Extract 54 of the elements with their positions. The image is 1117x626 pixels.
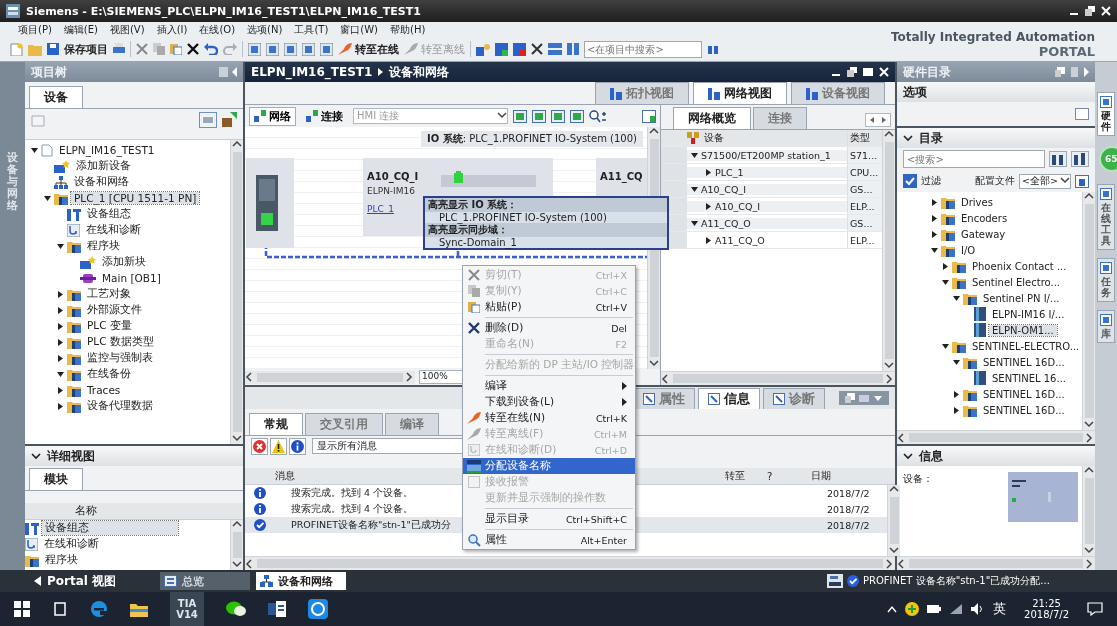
message-text: 搜索完成。找到 4 个设备。 — [291, 486, 414, 498]
checkbox-label: 过滤 — [921, 174, 941, 188]
shortcut-label: Ctrl+V — [595, 301, 627, 313]
device-type: ELP... — [850, 234, 875, 246]
column-header: 日期 — [811, 470, 831, 481]
clock-date: 2018/7/2 — [1024, 609, 1069, 620]
window-title: Siemens - E:\SIEMENS_PLC\ELPN_IM16_TEST1\ELPN_IM16_TEST1 — [26, 4, 422, 18]
message-date: 2018/7/2 — [827, 503, 871, 515]
device-type: ELPN-IM16 — [367, 186, 415, 196]
section-title: 信息 — [919, 447, 943, 465]
message-text: 搜索完成。找到 4 个设备。 — [291, 502, 414, 514]
column-header: 转至 — [725, 470, 745, 481]
column-header: 名称 — [74, 504, 98, 518]
shortcut-label: Ctrl+M — [593, 428, 627, 440]
clock-time: 21:25 — [1032, 598, 1061, 609]
panel-title: 硬件目录 — [903, 63, 951, 81]
io-system-label: IO 系统: PLC_1.PROFINET IO-System (100) — [420, 131, 643, 147]
shortcut-label: F2 — [615, 338, 627, 350]
section-title: 目录 — [919, 129, 943, 147]
tooltip-heading: 高亮显示同步域： — [425, 223, 667, 237]
shortcut-label: Ctrl+Shift+C — [565, 513, 627, 525]
column-header: ? — [767, 470, 773, 482]
message-date: 2018/7/2 — [827, 519, 871, 531]
device-type: S71... — [850, 149, 878, 161]
shortcut-label: Ctrl+K — [595, 412, 627, 424]
field-label: 设备： — [903, 473, 933, 484]
status-message: PROFINET 设备名称"stn-1"已成功分配... — [863, 574, 1050, 588]
brand-subtitle: PORTAL — [1037, 44, 1095, 59]
column-header: 设备 — [704, 131, 724, 145]
tooltip-entry: Sync-Domain_1 — [438, 237, 518, 248]
shortcut-label: Ctrl+C — [595, 285, 627, 297]
tooltip-entry: PLC_1.PROFINET IO-System (100) — [439, 212, 608, 223]
column-header: 消息 — [275, 470, 295, 481]
device-type: CPU... — [850, 166, 879, 178]
shortcut-label: Alt+Enter — [580, 534, 627, 546]
device-name: A10_CQ_I — [367, 171, 419, 182]
device-type: GS... — [850, 217, 873, 229]
column-header: 类型 — [850, 131, 870, 145]
speed-badge: 65 — [1099, 146, 1117, 172]
breadcrumb-page: 设备和网络 — [389, 63, 450, 81]
shortcut-label: Del — [611, 322, 627, 334]
shortcut-label: Ctrl+X — [595, 269, 627, 281]
shortcut-label: Ctrl+D — [594, 444, 627, 456]
message-text: PROFINET设备名称"stn-1"已成功分 — [291, 518, 451, 530]
brand-title: Totally Integrated Automation — [889, 30, 1095, 44]
field-label: 配置文件 — [975, 174, 1016, 188]
device-type: ELP... — [850, 200, 875, 212]
section-title: 选项 — [903, 83, 927, 101]
message-date: 2018/7/2 — [827, 487, 871, 499]
tooltip-heading: 高亮显示 IO 系统： — [425, 198, 667, 212]
section-title: 详细视图 — [47, 447, 95, 465]
device-name: A11_CQ — [600, 171, 643, 182]
device-type: GS... — [850, 183, 873, 195]
panel-title: 项目树 — [31, 63, 67, 81]
